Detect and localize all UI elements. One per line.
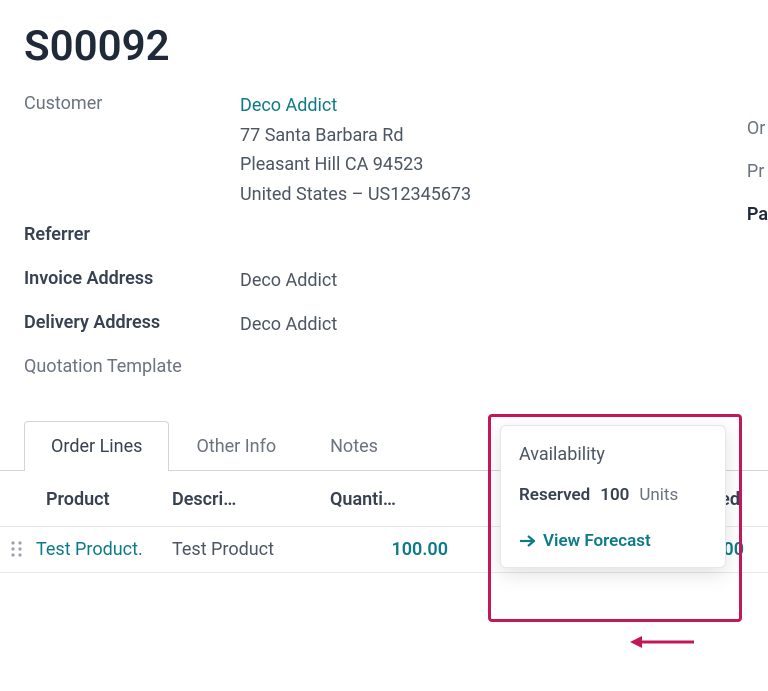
customer-label: Customer	[24, 91, 240, 114]
reserved-unit: Units	[639, 485, 678, 505]
line-description[interactable]: Test Product	[172, 539, 318, 560]
customer-link[interactable]: Deco Addict	[240, 95, 337, 116]
tab-order-lines[interactable]: Order Lines	[24, 421, 169, 471]
referrer-label: Referrer	[24, 222, 240, 245]
right-label-1: Or	[747, 118, 768, 139]
tab-notes[interactable]: Notes	[303, 421, 405, 471]
drag-handle-icon[interactable]	[10, 540, 36, 558]
col-product[interactable]: Product	[46, 489, 172, 510]
col-quantity[interactable]: Quanti…	[330, 489, 500, 510]
delivery-address-value[interactable]: Deco Addict	[240, 310, 744, 340]
line-product[interactable]: Test Product.	[36, 539, 172, 560]
customer-value[interactable]: Deco Addict 77 Santa Barbara Rd Pleasant…	[240, 91, 744, 210]
availability-popover: Availability Reserved 100 Units View For…	[500, 425, 726, 568]
arrow-right-icon	[519, 534, 535, 548]
customer-addr-line3: United States – US12345673	[240, 184, 471, 205]
form-area: Customer Deco Addict 77 Santa Barbara Rd…	[0, 71, 768, 386]
customer-addr-line2: Pleasant Hill CA 94523	[240, 154, 423, 175]
invoice-address-value[interactable]: Deco Addict	[240, 266, 744, 296]
delivery-address-label: Delivery Address	[24, 310, 240, 333]
view-forecast-link[interactable]: View Forecast	[519, 531, 707, 551]
reserved-label: Reserved	[519, 485, 590, 505]
right-label-3: Pa	[747, 204, 768, 225]
line-quantity[interactable]: 100.00	[318, 539, 448, 560]
quotation-template-label: Quotation Template	[24, 354, 240, 377]
col-description[interactable]: Descri…	[172, 489, 330, 510]
customer-addr-line1: 77 Santa Barbara Rd	[240, 125, 404, 146]
invoice-address-label: Invoice Address	[24, 266, 240, 289]
reserved-value: 100	[600, 485, 629, 505]
right-column-cut: Or Pr Pa	[747, 118, 768, 247]
page-title: S00092	[0, 0, 768, 71]
popover-title: Availability	[519, 444, 707, 465]
right-label-2: Pr	[747, 161, 768, 182]
view-forecast-label: View Forecast	[543, 531, 651, 551]
annotation-arrow-icon	[628, 634, 696, 650]
tab-other-info[interactable]: Other Info	[169, 421, 303, 471]
popover-reserved-row: Reserved 100 Units	[519, 485, 707, 505]
